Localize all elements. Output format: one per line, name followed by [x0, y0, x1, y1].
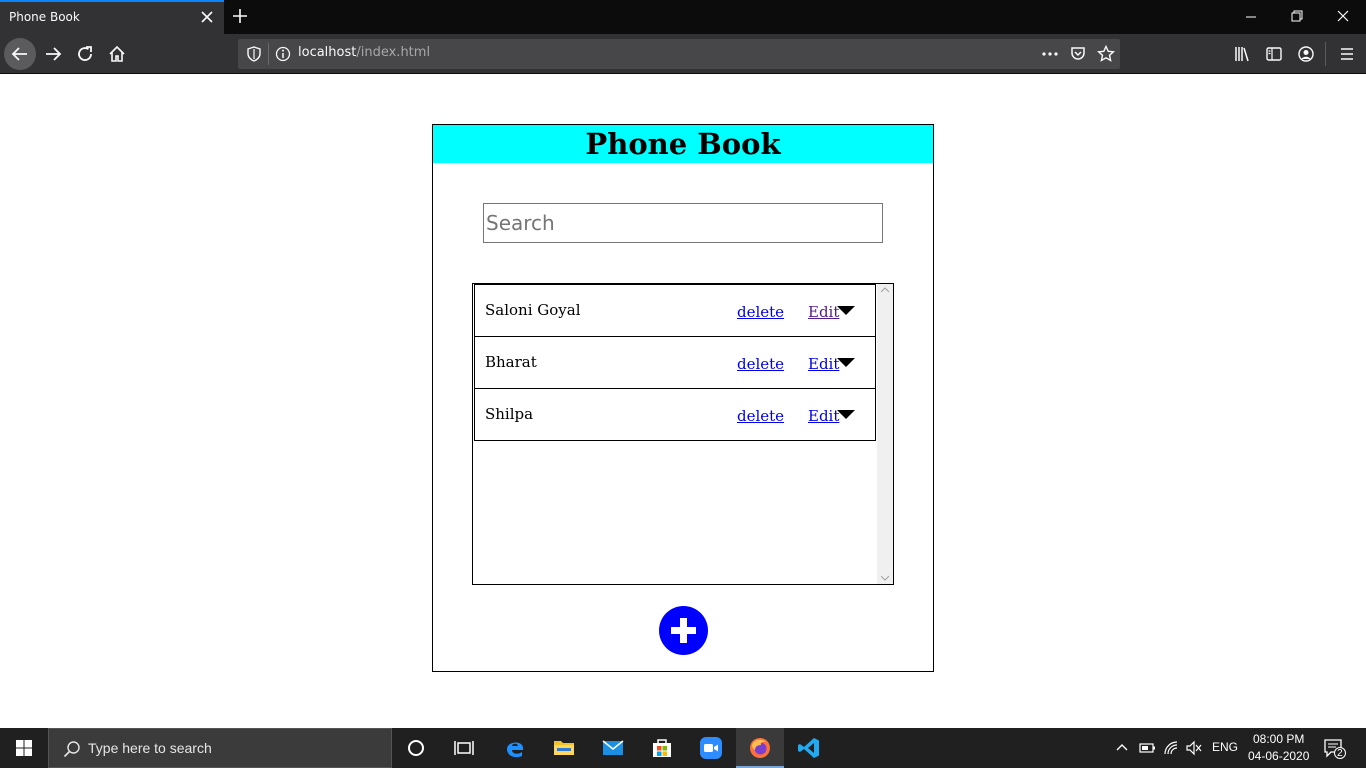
arrow-right-icon — [46, 47, 62, 61]
url-path: /index.html — [356, 45, 431, 60]
zoom-app[interactable] — [687, 728, 735, 768]
language-indicator[interactable]: ENG — [1212, 740, 1238, 754]
taskbar-search-placeholder: Type here to search — [88, 740, 212, 756]
search-input[interactable] — [483, 203, 883, 243]
battery-icon[interactable] — [1138, 740, 1156, 756]
windows-logo-icon — [16, 740, 32, 756]
edit-link[interactable]: Edit — [808, 407, 839, 425]
pocket-icon[interactable] — [1070, 46, 1086, 62]
shield-icon[interactable] — [246, 46, 262, 62]
contact-row: Saloni Goyal delete Edit — [474, 284, 876, 337]
contact-list[interactable]: Saloni Goyal delete Edit Bharat delete E… — [472, 283, 894, 585]
url-text[interactable]: localhost/index.html — [298, 45, 430, 60]
edge-app[interactable] — [491, 728, 539, 768]
start-button[interactable] — [0, 728, 48, 768]
new-tab-icon[interactable] — [231, 7, 249, 25]
tab-title: Phone Book — [9, 10, 80, 24]
speaker-muted-icon[interactable] — [1185, 740, 1203, 756]
page-title: Phone Book — [585, 127, 781, 161]
phonebook-card: Phone Book Saloni Goyal delete Edit Bhar… — [432, 124, 934, 672]
vscode-app[interactable] — [785, 728, 833, 768]
contact-name: Bharat — [485, 353, 537, 371]
delete-link[interactable]: delete — [737, 355, 784, 373]
library-icon[interactable] — [1233, 45, 1251, 63]
forward-button[interactable] — [37, 38, 69, 70]
mail-app[interactable] — [589, 728, 637, 768]
wifi-icon[interactable] — [1163, 740, 1181, 756]
contact-row: Shilpa delete Edit — [474, 388, 876, 441]
edge-browser-icon — [507, 742, 523, 758]
edit-link[interactable]: Edit — [808, 355, 839, 373]
notification-count-badge: 2 — [1337, 748, 1343, 759]
reload-icon — [78, 46, 92, 61]
browser-tab-bar: Phone Book — [0, 0, 1366, 34]
url-divider — [268, 43, 269, 65]
more-actions-icon[interactable] — [1041, 45, 1059, 63]
delete-link[interactable]: delete — [737, 303, 784, 321]
card-header: Phone Book — [433, 125, 933, 163]
home-icon — [109, 45, 125, 62]
back-button[interactable] — [4, 38, 36, 70]
clock-date[interactable]: 04-06-2020 — [1248, 749, 1309, 763]
contact-row: Bharat delete Edit — [474, 336, 876, 389]
hamburger-menu-icon[interactable] — [1338, 45, 1356, 63]
taskbar-search-box[interactable]: Type here to search — [48, 728, 392, 768]
search-icon — [63, 741, 80, 758]
windows-taskbar: Type here to search ENG 08:00 PM 04-06-2… — [0, 728, 1366, 768]
folder-icon — [554, 741, 574, 755]
toolbar-divider — [1325, 42, 1326, 66]
mail-icon — [602, 740, 624, 755]
url-host: localhost — [298, 45, 357, 60]
page-viewport: Phone Book Saloni Goyal delete Edit Bhar… — [0, 74, 1366, 728]
reload-button[interactable] — [69, 38, 101, 70]
url-bar[interactable]: localhost/index.html — [238, 39, 1120, 69]
chevron-up-icon[interactable] — [1115, 740, 1129, 754]
store-bag-icon — [653, 739, 671, 757]
browser-tab-active[interactable]: Phone Book — [0, 0, 224, 34]
scroll-down-icon[interactable] — [881, 575, 889, 581]
browser-nav-bar: localhost/index.html — [0, 34, 1366, 74]
caret-down-icon[interactable] — [837, 410, 855, 420]
account-icon[interactable] — [1297, 45, 1315, 63]
file-explorer-app[interactable] — [540, 728, 588, 768]
firefox-app[interactable] — [736, 728, 784, 768]
zoom-camera-icon — [700, 737, 722, 759]
list-scrollbar[interactable] — [877, 284, 893, 584]
cortana-button[interactable] — [392, 728, 440, 768]
delete-link[interactable]: delete — [737, 407, 784, 425]
plus-icon — [671, 618, 696, 643]
close-window-icon[interactable] — [1320, 0, 1366, 34]
contact-name: Saloni Goyal — [485, 301, 581, 319]
cortana-circle-icon — [408, 740, 424, 756]
clock-time[interactable]: 08:00 PM — [1253, 732, 1304, 746]
caret-down-icon[interactable] — [837, 358, 855, 368]
edit-link[interactable]: Edit — [808, 303, 839, 321]
task-view-icon — [454, 741, 474, 755]
info-icon[interactable] — [275, 46, 291, 62]
contact-name: Shilpa — [485, 405, 534, 423]
close-tab-icon[interactable] — [199, 9, 215, 25]
add-contact-button[interactable] — [659, 606, 708, 655]
firefox-icon — [750, 738, 770, 758]
task-view-button[interactable] — [440, 728, 488, 768]
vscode-icon — [798, 738, 819, 758]
bookmark-star-icon[interactable] — [1097, 45, 1115, 63]
caret-down-icon[interactable] — [837, 306, 855, 316]
store-app[interactable] — [638, 728, 686, 768]
home-button[interactable] — [101, 38, 133, 70]
scroll-up-icon[interactable] — [881, 287, 889, 293]
restore-window-icon[interactable] — [1274, 0, 1320, 34]
arrow-left-icon — [11, 47, 27, 61]
sidebar-icon[interactable] — [1265, 45, 1283, 63]
minimize-window-icon[interactable] — [1228, 0, 1274, 34]
